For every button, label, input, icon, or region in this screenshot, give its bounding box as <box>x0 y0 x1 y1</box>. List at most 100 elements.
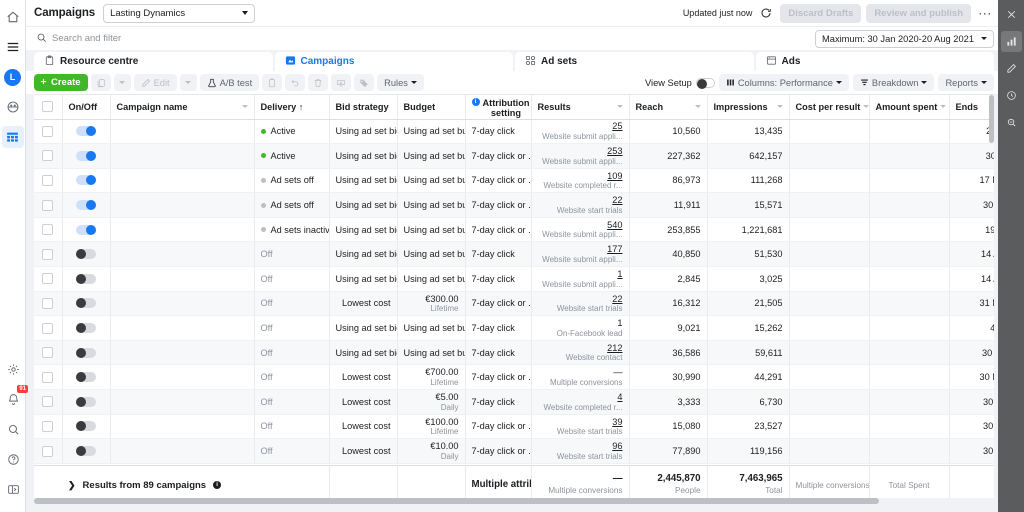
campaign-on-off-toggle[interactable] <box>76 396 96 407</box>
campaign-on-off-toggle[interactable] <box>76 323 96 334</box>
table-row[interactable]: Off Lowest cost €5.00 Daily 7-day click 4 Webs… <box>34 389 994 415</box>
tab-ad-sets[interactable]: Ad sets <box>515 52 754 71</box>
results-value[interactable]: 4 <box>617 392 622 403</box>
col-cost-per-result[interactable]: Cost per result <box>789 95 870 120</box>
row-select-cell[interactable] <box>34 340 63 366</box>
results-value[interactable]: 39 <box>612 417 622 428</box>
row-select-cell[interactable] <box>34 266 63 292</box>
campaign-name-cell[interactable] <box>110 438 255 464</box>
row-checkbox[interactable] <box>42 150 54 162</box>
edit-dropdown[interactable] <box>179 74 197 91</box>
row-checkbox[interactable] <box>42 396 54 408</box>
table-row[interactable]: Off Lowest cost €700.00 Lifetime 7-day click… <box>34 364 994 391</box>
row-select-cell[interactable] <box>34 168 63 194</box>
home-icon[interactable] <box>2 6 24 28</box>
select-all-header[interactable] <box>34 95 63 120</box>
table-row[interactable]: Active Using ad set bid...Using ad set bu… <box>34 119 994 145</box>
search-icon[interactable] <box>2 418 24 440</box>
campaign-name-cell[interactable] <box>110 217 255 243</box>
col-campaign-name[interactable]: Campaign name <box>110 95 255 120</box>
results-value[interactable]: 109 <box>607 171 622 182</box>
row-select-cell[interactable] <box>34 217 63 243</box>
row-checkbox[interactable] <box>42 297 54 309</box>
campaign-name-cell[interactable] <box>110 414 255 440</box>
campaign-on-off-toggle[interactable] <box>76 446 96 457</box>
col-bid-strategy[interactable]: Bid strategy <box>329 95 398 120</box>
table-row[interactable]: Off Using ad set bid...Using ad set bu...… <box>34 266 994 292</box>
row-checkbox[interactable] <box>42 322 54 334</box>
campaign-on-off-toggle[interactable] <box>76 175 96 186</box>
rules-button[interactable]: Rules <box>377 74 424 91</box>
row-select-cell[interactable] <box>34 192 63 218</box>
row-select-cell[interactable] <box>34 414 63 440</box>
create-button[interactable]: Create <box>34 74 88 91</box>
results-value[interactable]: 25 <box>612 121 622 132</box>
review-and-publish-button[interactable]: Review and publish <box>866 3 971 23</box>
campaign-name-cell[interactable] <box>110 119 255 145</box>
row-select-cell[interactable] <box>34 438 63 464</box>
search-input[interactable]: Search and filter <box>34 30 809 47</box>
vertical-scrollbar[interactable] <box>989 95 994 143</box>
duplicate-button[interactable] <box>90 74 111 91</box>
table-row[interactable]: Off Lowest cost €100.00 Lifetime 7-day click… <box>34 414 994 440</box>
row-toggle-cell[interactable] <box>62 389 111 415</box>
gear-icon[interactable] <box>2 358 24 380</box>
menu-icon[interactable] <box>2 36 24 58</box>
row-toggle-cell[interactable] <box>62 340 111 366</box>
clock-icon[interactable] <box>1001 85 1022 106</box>
row-checkbox[interactable] <box>42 347 54 359</box>
horizontal-scrollbar[interactable] <box>34 498 994 504</box>
table-row[interactable]: Off Using ad set bid...Using ad set bu...… <box>34 340 994 366</box>
date-range-selector[interactable]: Maximum: 30 Jan 2020-20 Aug 2021 <box>815 29 994 48</box>
table-row[interactable]: Ad sets off Using ad set bid...Using ad s… <box>34 168 994 194</box>
row-select-cell[interactable] <box>34 241 63 268</box>
row-checkbox[interactable] <box>42 224 54 236</box>
table-scroll-region[interactable]: On/Off Campaign name Delivery ↑ Bid stra… <box>34 95 994 465</box>
results-value[interactable]: 1 <box>617 269 622 280</box>
campaign-name-cell[interactable] <box>110 143 255 169</box>
row-toggle-cell[interactable] <box>62 143 111 169</box>
reports-button[interactable]: Reports <box>938 74 994 91</box>
campaign-name-cell[interactable] <box>110 340 255 366</box>
tab-campaigns[interactable]: Campaigns <box>274 52 513 71</box>
table-row[interactable]: Off Lowest cost €10.00 Daily 7-day click or … <box>34 438 994 464</box>
row-checkbox[interactable] <box>42 125 54 137</box>
row-toggle-cell[interactable] <box>62 241 111 268</box>
campaign-name-cell[interactable] <box>110 241 255 268</box>
row-toggle-cell[interactable] <box>62 364 111 391</box>
zoom-out-icon[interactable] <box>1001 112 1022 133</box>
col-reach[interactable]: Reach <box>629 95 708 120</box>
col-ends[interactable]: Ends <box>949 95 994 120</box>
help-icon[interactable] <box>2 448 24 470</box>
more-options-button[interactable]: ··· <box>976 4 994 22</box>
row-checkbox[interactable] <box>42 371 54 383</box>
ab-test-button[interactable]: A/B test <box>199 74 260 91</box>
results-value[interactable]: 212 <box>607 343 622 354</box>
row-checkbox[interactable] <box>42 174 54 186</box>
col-attribution-setting[interactable]: i Attribution setting <box>465 95 532 120</box>
table-grid-icon[interactable] <box>1 126 24 148</box>
tag-button[interactable] <box>354 74 375 91</box>
row-checkbox[interactable] <box>42 445 54 457</box>
bell-icon[interactable]: 91 <box>2 385 28 410</box>
results-value[interactable]: 96 <box>612 441 622 452</box>
scrollbar-thumb[interactable] <box>34 498 879 504</box>
col-budget[interactable]: Budget <box>397 95 466 120</box>
audience-icon[interactable] <box>2 96 24 118</box>
row-toggle-cell[interactable] <box>62 438 111 464</box>
table-row[interactable]: Active Using ad set bid...Using ad set bu… <box>34 143 994 169</box>
undo-button[interactable] <box>285 74 306 91</box>
view-setup-switch[interactable] <box>695 77 715 89</box>
view-setup-toggle[interactable]: View Setup <box>645 77 715 89</box>
chevron-right-icon[interactable]: ❯ <box>68 480 76 491</box>
table-row[interactable]: Off Using ad set bid...Using ad set bu...… <box>34 315 994 341</box>
results-value[interactable]: 253 <box>607 146 622 157</box>
row-toggle-cell[interactable] <box>62 192 111 218</box>
close-icon[interactable] <box>1001 4 1022 25</box>
row-toggle-cell[interactable] <box>62 168 111 194</box>
row-checkbox[interactable] <box>42 420 54 432</box>
col-delivery[interactable]: Delivery ↑ <box>254 95 330 120</box>
campaign-on-off-toggle[interactable] <box>76 249 96 260</box>
row-select-cell[interactable] <box>34 119 63 145</box>
row-toggle-cell[interactable] <box>62 119 111 145</box>
